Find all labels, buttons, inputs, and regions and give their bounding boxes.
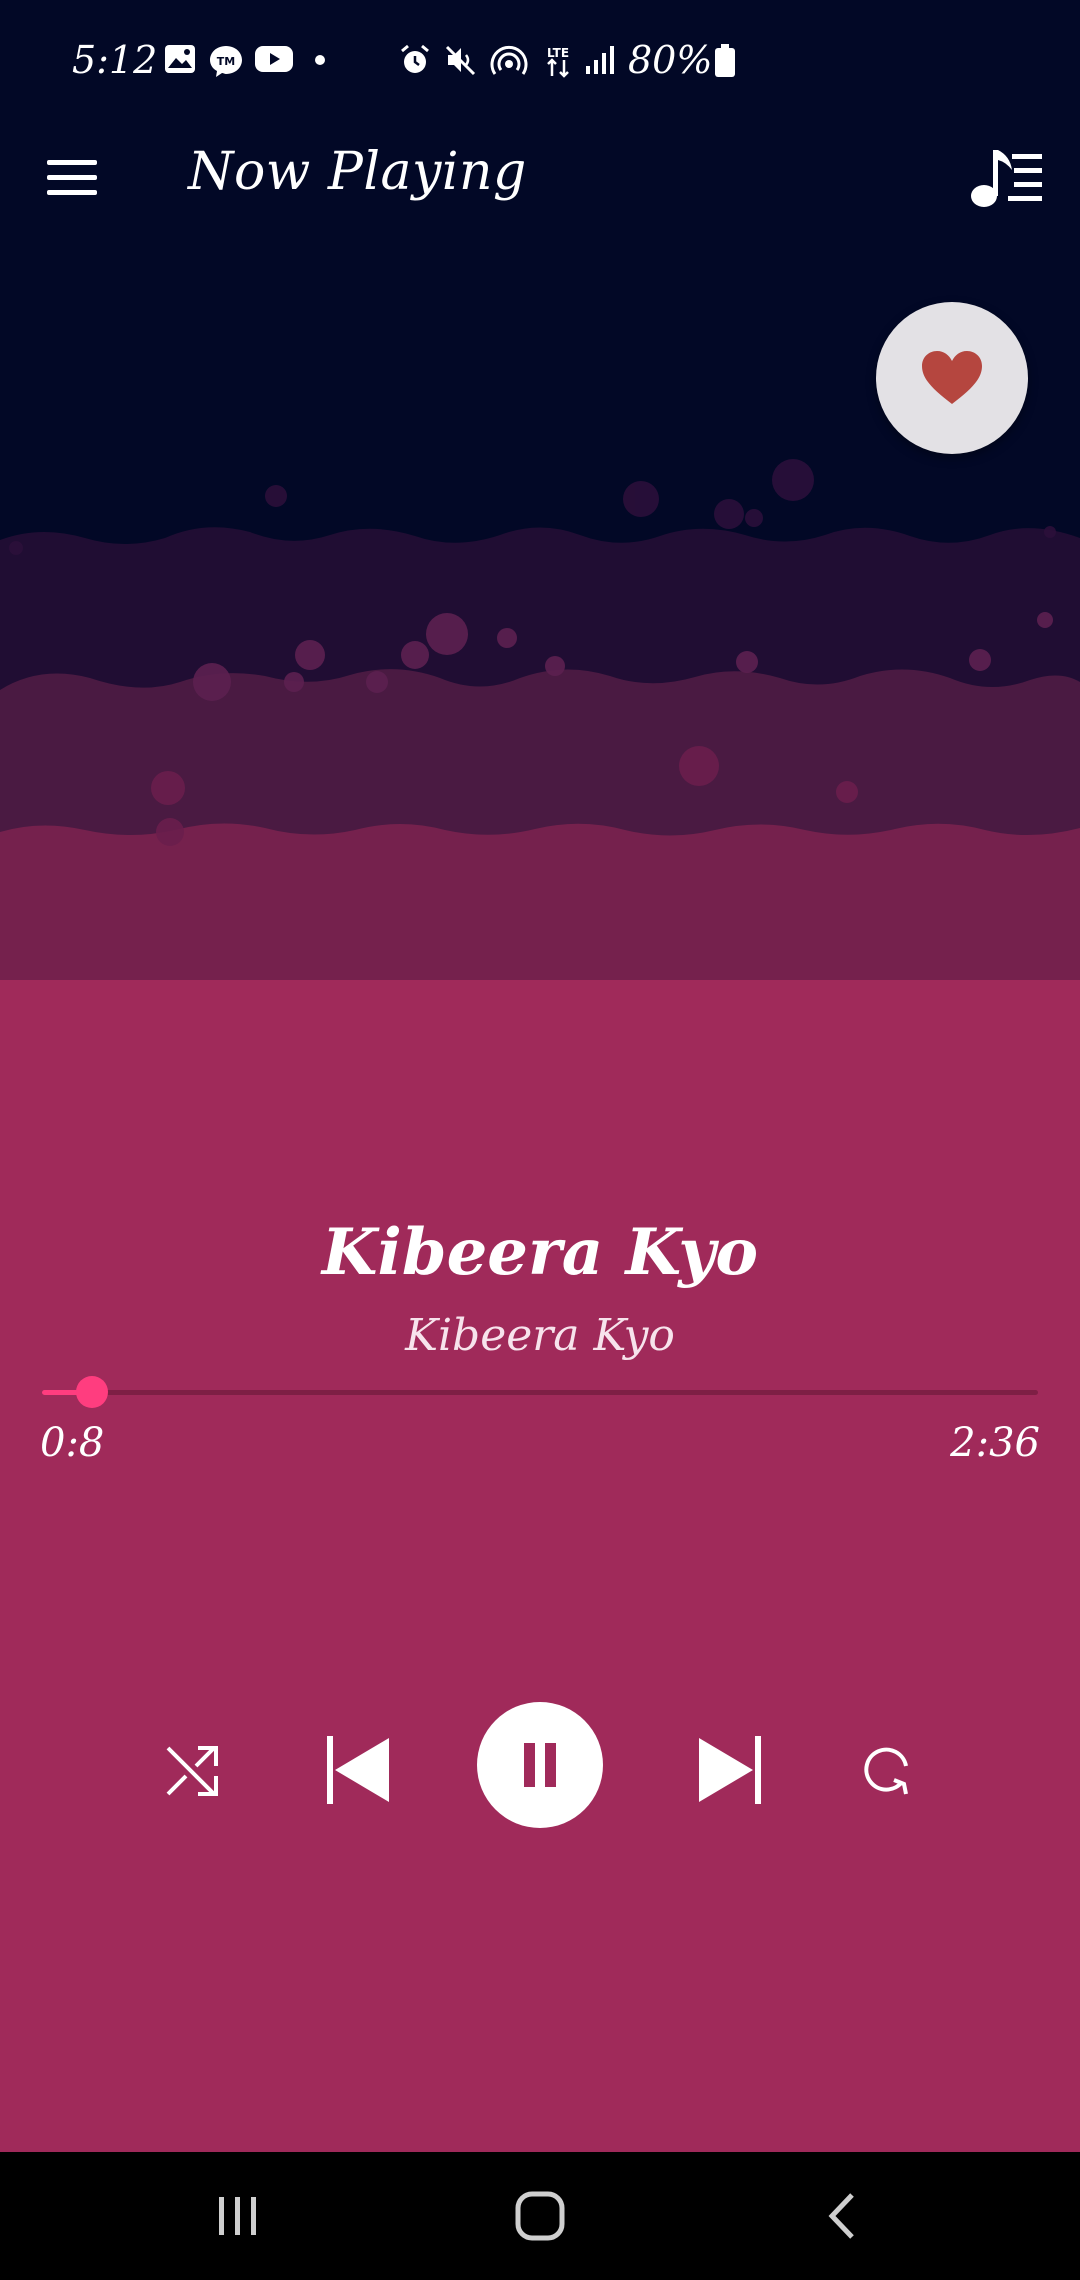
svg-text:LTE: LTE <box>547 46 569 60</box>
total-time: 2:36 <box>950 1420 1040 1466</box>
seek-thumb[interactable] <box>75 1376 108 1408</box>
elapsed-time: 0:8 <box>40 1420 105 1466</box>
back-icon <box>828 2193 854 2239</box>
status-bar: 5:12 TM LTE 80% <box>0 30 1080 100</box>
play-pause-button[interactable] <box>477 1702 603 1828</box>
favorite-button[interactable] <box>876 302 1028 454</box>
queue-button[interactable] <box>968 142 1048 218</box>
heart-icon <box>922 351 982 404</box>
repeat-icon <box>864 1747 908 1795</box>
skip-next-icon <box>699 1736 761 1804</box>
dot-icon <box>315 55 325 65</box>
signal-icon <box>586 46 614 74</box>
hotspot-icon <box>490 45 528 75</box>
menu-button[interactable] <box>40 148 110 208</box>
recents-icon <box>219 2197 256 2235</box>
mute-icon <box>445 45 476 76</box>
now-playing-screen: 5:12 TM LTE 80% Now Playing Kibeera Kyo … <box>0 0 1080 2280</box>
recents-button[interactable] <box>188 2176 288 2256</box>
gallery-icon <box>165 45 195 73</box>
back-button[interactable] <box>792 2176 892 2256</box>
page-title: Now Playing <box>188 142 527 202</box>
shuffle-button[interactable] <box>152 1730 232 1810</box>
battery-percentage: 80% <box>628 38 713 82</box>
system-navigation-bar <box>0 2152 1080 2280</box>
shuffle-icon <box>166 1746 218 1796</box>
svg-text:TM: TM <box>217 55 235 68</box>
home-button[interactable] <box>490 2176 590 2256</box>
home-icon <box>515 2191 565 2241</box>
hamburger-menu-icon <box>47 160 97 195</box>
track-artist: Kibeera Kyo <box>405 1310 675 1361</box>
messenger-icon: TM <box>210 46 242 77</box>
skip-previous-icon <box>327 1736 389 1804</box>
pause-icon <box>524 1743 556 1787</box>
track-title: Kibeera Kyo <box>321 1215 759 1290</box>
battery-icon <box>715 44 735 77</box>
main-background <box>0 980 1080 2155</box>
wave-visualizer <box>0 459 1080 990</box>
seek-bar[interactable] <box>42 1376 1038 1408</box>
music-queue-icon <box>971 150 1042 207</box>
next-button[interactable] <box>682 1722 778 1818</box>
previous-button[interactable] <box>310 1722 406 1818</box>
youtube-icon <box>255 46 293 72</box>
alarm-icon <box>401 44 429 73</box>
lte-icon: LTE <box>547 46 569 78</box>
status-time: 5:12 <box>72 38 158 82</box>
repeat-button[interactable] <box>848 1730 928 1810</box>
